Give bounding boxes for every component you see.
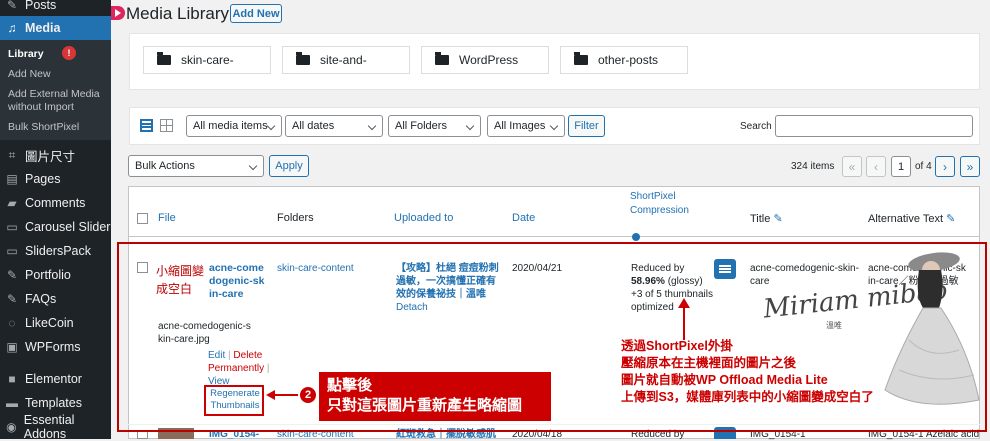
crop-icon: ⌗ xyxy=(8,147,16,162)
search-input[interactable] xyxy=(775,115,973,137)
shortpixel-icon xyxy=(632,233,640,241)
select-all-checkbox[interactable] xyxy=(137,213,148,224)
folder-select[interactable]: All Folders xyxy=(388,115,481,137)
col-alt: Alternative Text ✎ xyxy=(868,213,956,225)
forms-icon: ▣ xyxy=(6,340,18,354)
slider-icon: ▭ xyxy=(6,220,18,234)
sidebar-item-pages[interactable]: ▤ Pages xyxy=(0,167,111,191)
pin-icon: ✎ xyxy=(6,292,18,306)
submenu-add-external-media[interactable]: Add External Media without Import xyxy=(8,88,108,114)
explanation-note: 透過ShortPixel外掛 壓縮原本在主機裡面的圖片之後 圖片就自動被WP O… xyxy=(621,339,874,404)
media-submenu: Library ! Add New Add External Media wit… xyxy=(0,40,111,140)
pin-icon: ✎ xyxy=(6,268,18,282)
edit-pencil-icon: ✎ xyxy=(946,213,956,225)
admin-sidebar: ✎ Posts ♫ Media Library ! Add New Add Exte… xyxy=(0,0,111,441)
folder-icon xyxy=(157,52,171,65)
callout-box: 點擊後 只對這張圖片重新產生略縮圖 xyxy=(319,372,551,421)
pin-icon: ✎ xyxy=(6,0,18,12)
col-uploaded[interactable]: Uploaded to xyxy=(394,212,453,224)
folder-icon: ▬ xyxy=(6,396,18,410)
edit-pencil-icon: ✎ xyxy=(773,213,783,225)
prev-page-button[interactable]: ‹ xyxy=(866,156,886,177)
sidebar-item-faqs[interactable]: ✎ FAQs xyxy=(0,287,111,311)
bulk-actions-select[interactable]: Bulk Actions xyxy=(128,155,264,177)
submenu-bulk-shortpixel[interactable]: Bulk ShortPixel xyxy=(8,121,79,134)
add-new-button[interactable]: Add New xyxy=(230,4,282,23)
folder-site-and[interactable]: site-and- xyxy=(282,46,410,74)
sidebar-item-likecoin[interactable]: ◌ LikeCoin xyxy=(0,311,111,335)
page-title: Media Library xyxy=(126,4,229,23)
slider-icon: ▭ xyxy=(6,244,18,258)
submenu-add-new[interactable]: Add New xyxy=(8,68,51,81)
col-title: Title ✎ xyxy=(750,213,783,225)
play-icon xyxy=(111,6,125,20)
sidebar-item-elementor[interactable]: ■ Elementor xyxy=(0,367,111,391)
next-page-button[interactable]: › xyxy=(935,156,955,177)
sidebar-item-sliderspack[interactable]: ▭ SlidersPack xyxy=(0,239,111,263)
sidebar-item-carousel-slider[interactable]: ▭ Carousel Slider xyxy=(0,215,111,239)
sidebar-item-media[interactable]: ♫ Media xyxy=(0,16,111,40)
sidebar-item-portfolio[interactable]: ✎ Portfolio xyxy=(0,263,111,287)
sidebar-item-wpforms[interactable]: ▣ WPForms xyxy=(0,335,111,359)
main-content: Media Library Add New skin-care- site-an… xyxy=(111,0,990,440)
image-filter-select[interactable]: All Images xyxy=(487,115,565,137)
media-icon: ♫ xyxy=(7,21,17,35)
woman-illustration xyxy=(884,252,980,405)
col-file[interactable]: File xyxy=(158,212,176,224)
first-page-button[interactable]: « xyxy=(842,156,862,177)
col-shortpixel[interactable]: ShortPixel Compression xyxy=(630,190,705,218)
elementor-icon: ■ xyxy=(8,372,16,386)
folder-other-posts[interactable]: other-posts xyxy=(560,46,688,74)
alert-badge: ! xyxy=(62,46,76,60)
media-type-select[interactable]: All media items xyxy=(186,115,282,137)
page-number-input[interactable]: 1 xyxy=(891,156,911,177)
signature-small-text: 溫唯 xyxy=(826,321,842,330)
submenu-library[interactable]: Library xyxy=(8,48,44,61)
col-folders: Folders xyxy=(277,212,314,224)
folder-wordpress[interactable]: WordPress xyxy=(421,46,549,74)
folder-icon xyxy=(574,52,588,65)
col-date[interactable]: Date xyxy=(512,212,535,224)
apply-button[interactable]: Apply xyxy=(269,155,309,177)
sidebar-item-essential-addons[interactable]: ◉ Essential Addons xyxy=(0,413,111,441)
page-total: of 4 xyxy=(915,161,932,172)
last-page-button[interactable]: » xyxy=(960,156,980,177)
filter-button[interactable]: Filter xyxy=(568,115,605,137)
sidebar-item-posts[interactable]: ✎ Posts xyxy=(0,0,111,17)
sidebar-item-comments[interactable]: ▰ Comments xyxy=(0,191,111,215)
note-arrow xyxy=(678,298,690,340)
header-divider xyxy=(128,236,980,237)
step-number-badge: 2 xyxy=(298,385,318,405)
addons-icon: ◉ xyxy=(6,420,17,434)
date-select[interactable]: All dates xyxy=(285,115,383,137)
comment-icon: ▰ xyxy=(7,196,17,210)
folder-icon xyxy=(435,52,449,65)
sidebar-item-templates[interactable]: ▬ Templates xyxy=(0,391,111,415)
folder-icon xyxy=(296,52,310,65)
sidebar-item-image-size[interactable]: ⌗ 圖片尺寸 xyxy=(0,143,111,167)
folder-skin-care[interactable]: skin-care- xyxy=(143,46,271,74)
grid-view-icon[interactable] xyxy=(160,119,173,132)
search-label: Search xyxy=(740,121,772,132)
coin-icon: ◌ xyxy=(8,316,16,330)
item-count: 324 items xyxy=(791,161,835,172)
list-view-icon[interactable] xyxy=(140,119,153,132)
page-icon: ▤ xyxy=(6,172,18,186)
